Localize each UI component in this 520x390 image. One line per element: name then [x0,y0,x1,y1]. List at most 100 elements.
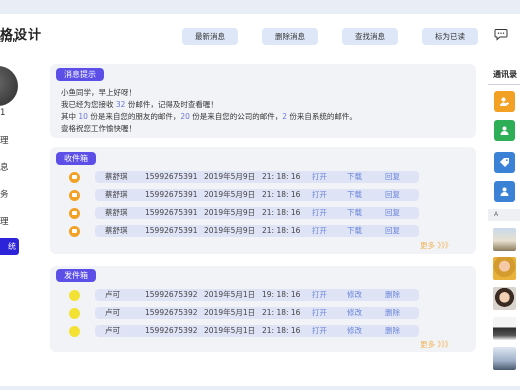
notice-greeting: 小鱼同学，早上好呀！ [61,88,136,97]
row-phone: 15992675391 [145,172,198,181]
row-name: 卢可 [105,290,120,299]
row-action-a3[interactable]: 删除 [385,325,400,337]
row-name: 卢可 [105,308,120,317]
envelope-icon [69,207,80,219]
row-action-a2[interactable]: 修改 [347,307,362,319]
contact-avatar[interactable] [493,317,516,340]
row-date: 2019年5月1日 [204,326,256,335]
row-name: 蔡舒琪 [105,226,128,235]
contacts-letter-header: A [488,209,520,221]
row-action-a2[interactable]: 下载 [347,225,362,237]
row-time: 21: 18: 16 [262,226,301,235]
group-button[interactable] [494,120,515,141]
sent-mail-icon [69,325,80,337]
row-time: 21: 18: 16 [262,308,301,317]
row-action-a1[interactable]: 打开 [312,171,327,183]
contacts-title: 通讯录 [493,70,517,79]
sidebar-item-tasks[interactable]: 务 [0,188,9,200]
row-date: 2019年5月1日 [204,308,256,317]
row-action-a3[interactable]: 回复 [385,171,400,183]
envelope-icon [69,171,80,183]
row-action-a3[interactable]: 删除 [385,307,400,319]
row-action-a2[interactable]: 修改 [347,289,362,301]
envelope-icon [69,189,80,201]
row-action-a3[interactable]: 回复 [385,207,400,219]
inbox-more-link[interactable]: 更多 》》》 [420,240,452,251]
table-row[interactable]: 蔡舒琪 15992675391 2019年5月9日 21: 18: 16 打开 下载 回复 [95,171,419,183]
row-action-a1[interactable]: 打开 [312,207,327,219]
row-date: 2019年5月9日 [204,172,256,181]
row-action-a2[interactable]: 下载 [347,207,362,219]
latest-messages-button[interactable]: 最新消息 [182,28,238,45]
row-date: 2019年5月9日 [204,190,256,199]
mark-read-button[interactable]: 标为已读 [422,28,478,45]
table-row[interactable]: 蔡舒琪 15992675391 2019年5月9日 21: 18: 16 打开 下载 回复 [95,225,419,237]
row-action-a1[interactable]: 打开 [312,289,327,301]
row-time: 21: 18: 16 [262,172,301,181]
row-action-a1[interactable]: 打开 [312,325,327,337]
person-button[interactable] [494,181,515,202]
row-action-a2[interactable]: 下载 [347,189,362,201]
notice-tag: 消息提示 [56,68,104,81]
row-name: 蔡舒琪 [105,172,128,181]
contact-avatar[interactable] [493,257,516,280]
row-date: 2019年5月9日 [204,208,256,217]
notice-line-3: 其中 10 份是来自您的朋友的邮件，20 份是来自您的公司的邮件，2 份来自系统… [61,112,357,121]
inbox-tag: 收件箱 [56,152,96,165]
outbox-more-link[interactable]: 更多 》》》 [420,339,452,350]
table-row[interactable]: 蔡舒琪 15992675391 2019年5月9日 21: 18: 16 打开 下载 回复 [95,189,419,201]
row-time: 21: 18: 16 [262,190,301,199]
row-action-a3[interactable]: 删除 [385,289,400,301]
contact-avatar[interactable] [493,347,516,370]
row-action-a3[interactable]: 回复 [385,189,400,201]
contact-avatar[interactable] [493,287,516,310]
table-row[interactable]: 蔡舒琪 15992675391 2019年5月9日 21: 18: 16 打开 下载 回复 [95,207,419,219]
row-action-a1[interactable]: 打开 [312,225,327,237]
row-action-a2[interactable]: 修改 [347,325,362,337]
row-action-a2[interactable]: 下载 [347,171,362,183]
row-time: 21: 18: 16 [262,326,301,335]
row-name: 蔡舒琪 [105,190,128,199]
envelope-icon [69,225,80,237]
sidebar-item-messages[interactable]: 息 [0,161,9,173]
sent-mail-icon [69,307,80,319]
row-name: 蔡舒琪 [105,208,128,217]
add-contact-button[interactable] [494,91,515,112]
row-time: 19: 18: 16 [262,290,301,299]
add-contact-icon [500,97,509,106]
table-row[interactable]: 卢可 15992675392 2019年5月1日 21: 18: 16 打开 修改 删除 [95,307,419,319]
row-action-a3[interactable]: 回复 [385,225,400,237]
outbox-tag: 发件箱 [56,269,96,282]
row-date: 2019年5月1日 [204,290,256,299]
delete-messages-button[interactable]: 删除消息 [262,28,318,45]
row-date: 2019年5月9日 [204,226,256,235]
row-phone: 15992675392 [145,326,198,335]
row-phone: 15992675391 [145,226,198,235]
sent-mail-icon [69,289,80,301]
row-phone: 15992675391 [145,190,198,199]
notice-line-4: 壹格祝您工作愉快喔！ [61,124,136,133]
chat-bubble-icon[interactable] [494,27,508,41]
row-action-a1[interactable]: 打开 [312,307,327,319]
contact-avatar[interactable] [493,228,516,251]
find-messages-button[interactable]: 查找消息 [342,28,398,45]
group-icon [500,126,509,135]
row-phone: 15992675392 [145,308,198,317]
sidebar-user-label: 1 [0,108,6,118]
tag-icon [500,158,509,167]
sidebar-item-system[interactable]: 统 [0,238,19,255]
table-row[interactable]: 卢可 15992675392 2019年5月1日 21: 18: 16 打开 修改 删除 [95,325,419,337]
row-time: 21: 18: 16 [262,208,301,217]
row-action-a1[interactable]: 打开 [312,189,327,201]
tag-button[interactable] [494,152,515,173]
row-name: 卢可 [105,326,120,335]
sidebar-item-admin[interactable]: 理 [0,215,9,227]
contacts-divider [488,84,520,85]
person-icon [500,187,509,196]
row-phone: 15992675392 [145,290,198,299]
row-phone: 15992675391 [145,208,198,217]
notice-line-2: 我已经为您接收 32 份邮件，记得及时查看喔！ [61,100,218,109]
sidebar-item-manage[interactable]: 理 [0,134,9,146]
table-row[interactable]: 卢可 15992675392 2019年5月1日 19: 18: 16 打开 修改 删除 [95,289,419,301]
brand-subtitle: SIGN [0,38,18,44]
